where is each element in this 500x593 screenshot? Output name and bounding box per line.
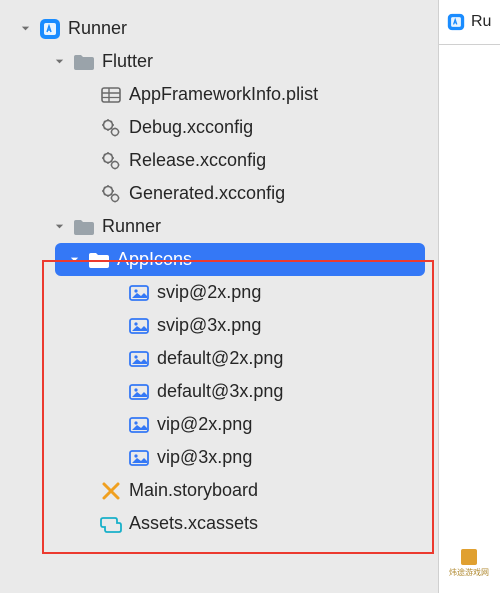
- tree-item-label: default@3x.png: [157, 381, 283, 402]
- xcode-project-icon: [39, 18, 61, 40]
- tree-item-vip3x[interactable]: vip@3x.png: [0, 441, 437, 474]
- tree-item-label: Runner: [102, 216, 161, 237]
- xcassets-icon: [100, 513, 122, 535]
- tree-item-label: Debug.xcconfig: [129, 117, 253, 138]
- tree-item-label: Generated.xcconfig: [129, 183, 285, 204]
- tree-item-runner-group[interactable]: Runner: [0, 210, 437, 243]
- image-file-icon: [128, 282, 150, 304]
- watermark-icon: [461, 549, 477, 565]
- chevron-down-icon: [52, 221, 66, 232]
- tree-item-label: svip@2x.png: [157, 282, 261, 303]
- tree-item-label: vip@2x.png: [157, 414, 252, 435]
- folder-icon: [88, 249, 110, 271]
- folder-icon: [73, 216, 95, 238]
- chevron-down-icon: [52, 56, 66, 67]
- folder-icon: [73, 51, 95, 73]
- tree-item-appicons-group[interactable]: AppIcons: [55, 243, 425, 276]
- image-file-icon: [128, 348, 150, 370]
- xcconfig-icon: [100, 117, 122, 139]
- plist-icon: [100, 84, 122, 106]
- storyboard-icon: [100, 480, 122, 502]
- tree-item-svip2x[interactable]: svip@2x.png: [0, 276, 437, 309]
- tree-item-label: AppFrameworkInfo.plist: [129, 84, 318, 105]
- file-navigator-sidebar[interactable]: Runner Flutter AppFrameworkInfo.plist De…: [0, 0, 437, 593]
- tree-item-label: Runner: [68, 18, 127, 39]
- tree-item-label: default@2x.png: [157, 348, 283, 369]
- image-file-icon: [128, 381, 150, 403]
- chevron-down-icon: [18, 23, 32, 34]
- tree-item-svip3x[interactable]: svip@3x.png: [0, 309, 437, 342]
- tree-item-default3x[interactable]: default@3x.png: [0, 375, 437, 408]
- tree-item-runner-project[interactable]: Runner: [0, 12, 437, 45]
- tree-item-label: svip@3x.png: [157, 315, 261, 336]
- tree-item-assets-xcassets[interactable]: Assets.xcassets: [0, 507, 437, 540]
- editor-tab-label: Ru: [471, 13, 491, 31]
- xcconfig-icon: [100, 150, 122, 172]
- tree-item-debug-xcconfig[interactable]: Debug.xcconfig: [0, 111, 437, 144]
- editor-tab-bar[interactable]: Ru: [438, 0, 500, 45]
- tree-item-label: AppIcons: [117, 249, 192, 270]
- image-file-icon: [128, 315, 150, 337]
- xcode-project-icon: [447, 13, 465, 31]
- xcconfig-icon: [100, 183, 122, 205]
- tree-item-release-xcconfig[interactable]: Release.xcconfig: [0, 144, 437, 177]
- tree-item-appframeworkinfo[interactable]: AppFrameworkInfo.plist: [0, 78, 437, 111]
- chevron-down-icon: [67, 254, 81, 265]
- tree-item-main-storyboard[interactable]: Main.storyboard: [0, 474, 437, 507]
- tree-item-label: vip@3x.png: [157, 447, 252, 468]
- tree-item-flutter-group[interactable]: Flutter: [0, 45, 437, 78]
- watermark: 炜途游戏网: [438, 545, 500, 581]
- tree-item-label: Release.xcconfig: [129, 150, 266, 171]
- image-file-icon: [128, 447, 150, 469]
- tree-item-label: Flutter: [102, 51, 153, 72]
- tree-item-generated-xcconfig[interactable]: Generated.xcconfig: [0, 177, 437, 210]
- tree-item-vip2x[interactable]: vip@2x.png: [0, 408, 437, 441]
- tree-item-label: Main.storyboard: [129, 480, 258, 501]
- tree-item-default2x[interactable]: default@2x.png: [0, 342, 437, 375]
- image-file-icon: [128, 414, 150, 436]
- editor-area: [438, 45, 500, 593]
- tree-item-label: Assets.xcassets: [129, 513, 258, 534]
- watermark-text: 炜途游戏网: [449, 567, 489, 578]
